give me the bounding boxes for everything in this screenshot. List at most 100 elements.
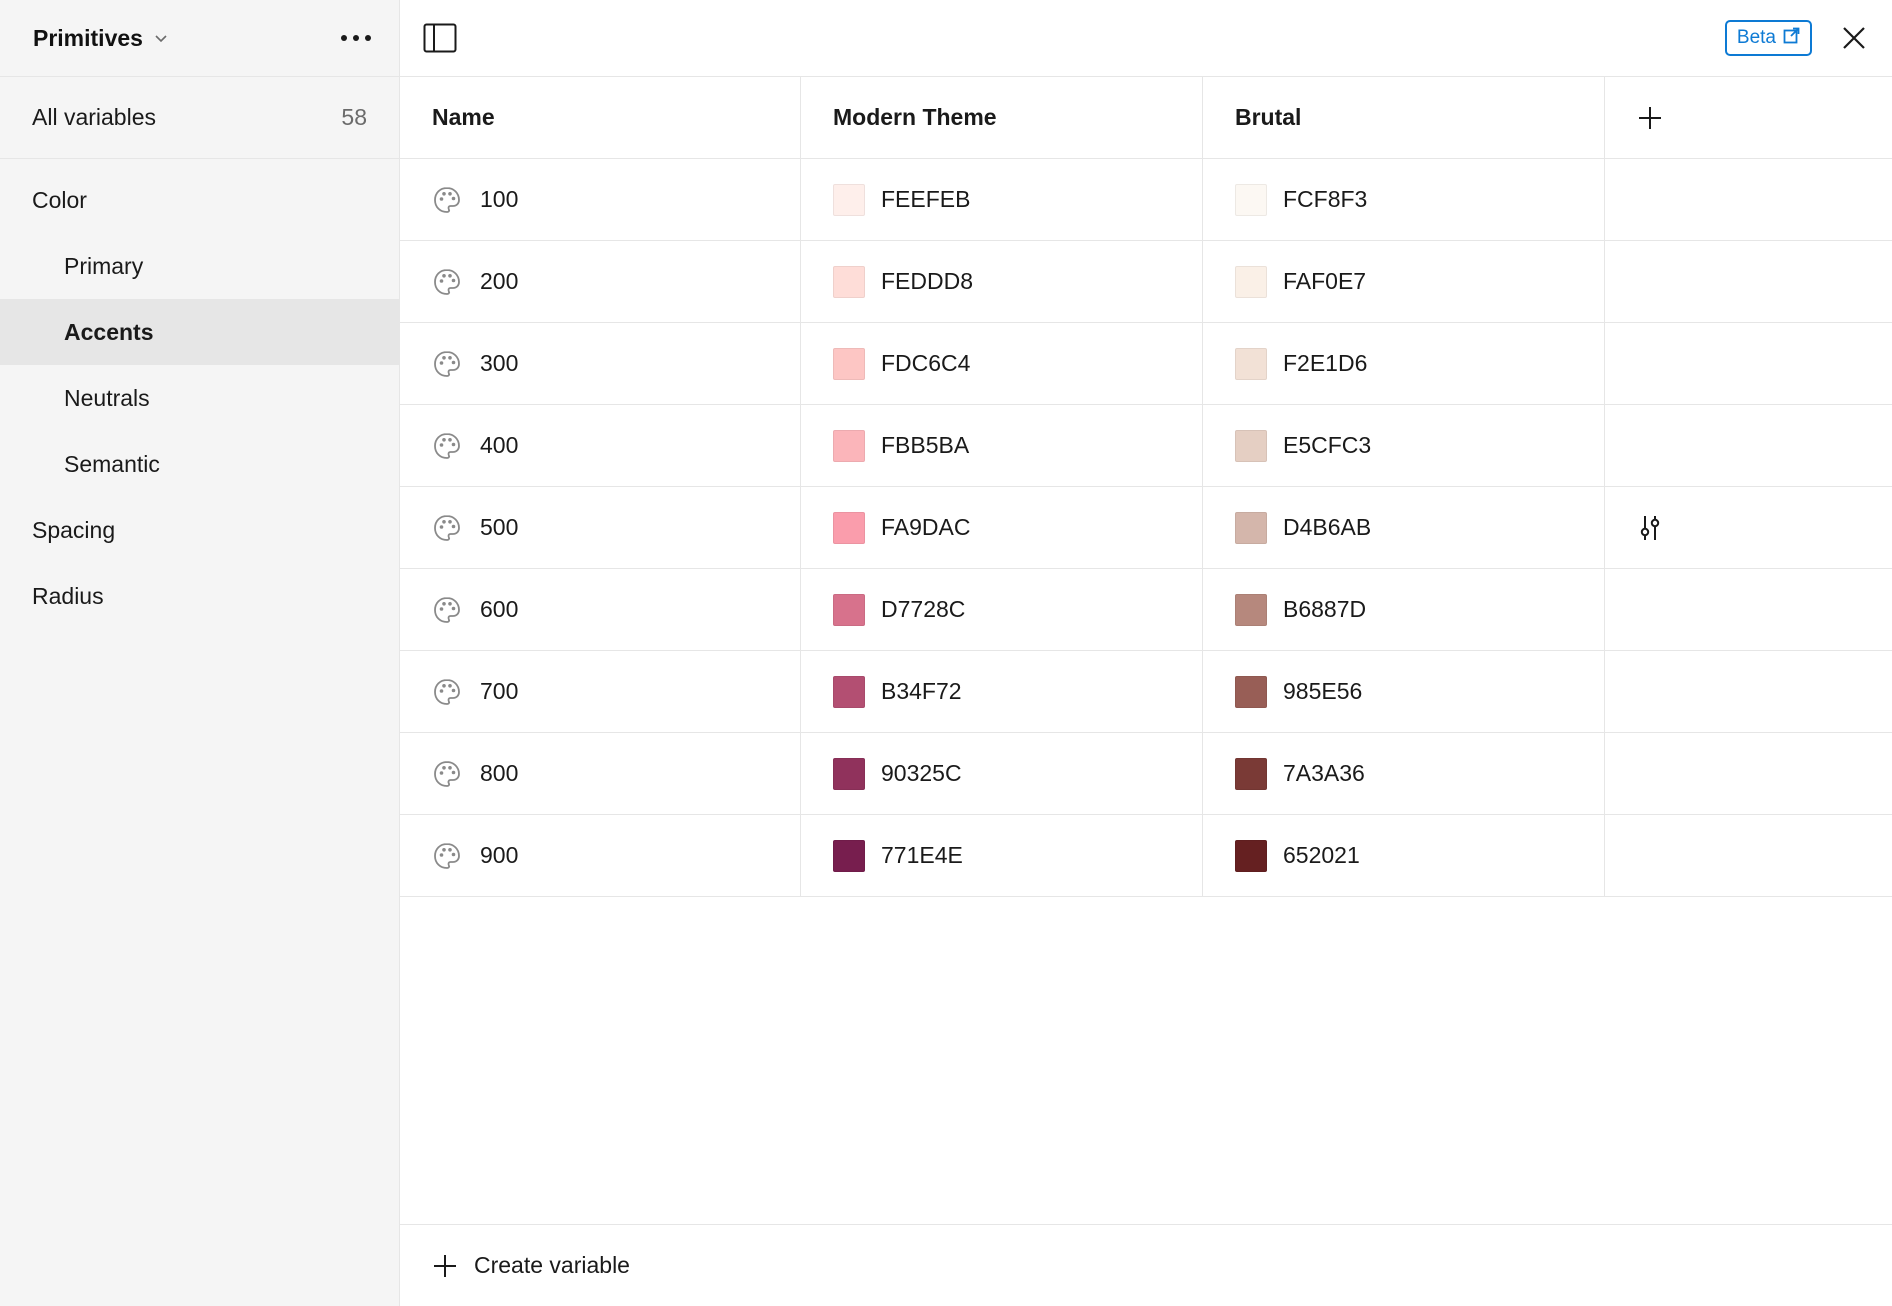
color-swatch[interactable] xyxy=(833,347,865,380)
variable-name-cell[interactable]: 800 xyxy=(400,733,801,814)
chevron-down-icon[interactable] xyxy=(153,30,169,46)
brutal-value-cell[interactable]: 652021 xyxy=(1203,815,1605,896)
brutal-value-cell[interactable]: F2E1D6 xyxy=(1203,323,1605,404)
more-dot xyxy=(365,35,371,41)
color-swatch[interactable] xyxy=(833,265,865,298)
column-header-name[interactable]: Name xyxy=(400,77,801,158)
sidebar-item-radius[interactable]: Radius xyxy=(0,563,399,629)
modern-theme-value-cell[interactable]: FBB5BA xyxy=(801,405,1203,486)
color-swatch[interactable] xyxy=(1235,757,1267,790)
row-actions-cell xyxy=(1605,487,1892,568)
add-mode-icon[interactable] xyxy=(1635,103,1665,133)
group-list: Color Primary Accents Neutrals Semantic Spaci… xyxy=(0,159,399,629)
brutal-value-cell[interactable]: E5CFC3 xyxy=(1203,405,1605,486)
all-variables-count: 58 xyxy=(341,104,367,130)
color-swatch[interactable] xyxy=(1235,183,1267,216)
variable-name-cell[interactable]: 700 xyxy=(400,651,801,732)
create-variable-button[interactable]: Create variable xyxy=(400,1224,1892,1306)
modern-theme-value-cell[interactable]: FA9DAC xyxy=(801,487,1203,568)
column-header-brutal[interactable]: Brutal xyxy=(1203,77,1605,158)
more-options-button[interactable] xyxy=(337,18,375,58)
collection-title[interactable]: Primitives xyxy=(33,25,143,52)
variable-name-cell[interactable]: 100 xyxy=(400,159,801,240)
sidebar-item-primary[interactable]: Primary xyxy=(0,233,399,299)
modern-theme-value-cell[interactable]: FEDDD8 xyxy=(801,241,1203,322)
variable-name-cell[interactable]: 200 xyxy=(400,241,801,322)
column-header-modern-theme[interactable]: Modern Theme xyxy=(801,77,1203,158)
color-hex-value: FEDDD8 xyxy=(881,268,974,294)
all-variables-item[interactable]: All variables 58 xyxy=(0,77,399,159)
variable-name-cell[interactable]: 300 xyxy=(400,323,801,404)
all-variables-label: All variables xyxy=(32,104,156,130)
table-row[interactable]: 200 FEDDD8 FAF0E7 xyxy=(400,241,1892,323)
variable-name-cell[interactable]: 400 xyxy=(400,405,801,486)
color-swatch[interactable] xyxy=(1235,347,1267,380)
color-hex-value: 90325C xyxy=(881,760,962,786)
brutal-value-cell[interactable]: 7A3A36 xyxy=(1203,733,1605,814)
table-row[interactable]: 700 B34F72 985E56 xyxy=(400,651,1892,733)
edit-variable-sliders-icon[interactable] xyxy=(1635,513,1665,543)
modern-theme-value-cell[interactable]: B34F72 xyxy=(801,651,1203,732)
sidebar-item-neutrals[interactable]: Neutrals xyxy=(0,365,399,431)
sidebar-item-accents[interactable]: Accents xyxy=(0,299,399,365)
color-swatch[interactable] xyxy=(1235,429,1267,462)
sidebar-item-label: Spacing xyxy=(32,516,116,543)
brutal-value-cell[interactable]: FCF8F3 xyxy=(1203,159,1605,240)
color-palette-icon xyxy=(432,267,462,297)
color-swatch[interactable] xyxy=(833,839,865,872)
color-palette-icon xyxy=(432,185,462,215)
table-row[interactable]: 100 FEEFEB FCF8F3 xyxy=(400,159,1892,241)
table-row[interactable]: 500 FA9DAC D4B6AB xyxy=(400,487,1892,569)
brutal-value-cell[interactable]: B6887D xyxy=(1203,569,1605,650)
beta-label: Beta xyxy=(1736,27,1776,48)
color-swatch[interactable] xyxy=(1235,593,1267,626)
table-row[interactable]: 600 D7728C B6887D xyxy=(400,569,1892,651)
color-swatch[interactable] xyxy=(833,675,865,708)
variable-name-cell[interactable]: 500 xyxy=(400,487,801,568)
color-palette-icon xyxy=(432,349,462,379)
brutal-value-cell[interactable]: FAF0E7 xyxy=(1203,241,1605,322)
color-hex-value: FEEFEB xyxy=(881,186,971,212)
color-swatch[interactable] xyxy=(1235,511,1267,544)
row-actions-cell xyxy=(1605,651,1892,732)
modern-theme-value-cell[interactable]: D7728C xyxy=(801,569,1203,650)
color-palette-icon xyxy=(432,513,462,543)
brutal-value-cell[interactable]: 985E56 xyxy=(1203,651,1605,732)
color-hex-value: D7728C xyxy=(881,596,966,622)
variable-name: 600 xyxy=(480,596,519,622)
close-icon[interactable] xyxy=(1838,22,1870,54)
row-actions-cell xyxy=(1605,733,1892,814)
modern-theme-value-cell[interactable]: FEEFEB xyxy=(801,159,1203,240)
color-swatch[interactable] xyxy=(1235,265,1267,298)
table-row[interactable]: 900 771E4E 652021 xyxy=(400,815,1892,897)
brutal-value-cell[interactable]: D4B6AB xyxy=(1203,487,1605,568)
variable-name-cell[interactable]: 600 xyxy=(400,569,801,650)
table-row[interactable]: 300 FDC6C4 F2E1D6 xyxy=(400,323,1892,405)
color-hex-value: FCF8F3 xyxy=(1283,186,1368,212)
external-link-icon xyxy=(1783,27,1800,50)
main-area: Beta Name Modern Theme Brutal 100 FEEFEB… xyxy=(400,0,1892,1306)
create-variable-label: Create variable xyxy=(474,1252,630,1278)
color-swatch[interactable] xyxy=(833,757,865,790)
modern-theme-value-cell[interactable]: FDC6C4 xyxy=(801,323,1203,404)
topbar: Beta xyxy=(400,0,1892,77)
color-swatch[interactable] xyxy=(833,511,865,544)
beta-button[interactable]: Beta xyxy=(1724,20,1812,56)
panel-toggle-icon[interactable] xyxy=(422,20,458,56)
table-row[interactable]: 400 FBB5BA E5CFC3 xyxy=(400,405,1892,487)
color-swatch[interactable] xyxy=(833,429,865,462)
sidebar-item-semantic[interactable]: Semantic xyxy=(0,431,399,497)
color-swatch[interactable] xyxy=(1235,675,1267,708)
variable-name-cell[interactable]: 900 xyxy=(400,815,801,896)
sidebar-item-color[interactable]: Color xyxy=(0,167,399,233)
table-row[interactable]: 800 90325C 7A3A36 xyxy=(400,733,1892,815)
modern-theme-value-cell[interactable]: 771E4E xyxy=(801,815,1203,896)
color-palette-icon xyxy=(432,677,462,707)
sidebar-item-spacing[interactable]: Spacing xyxy=(0,497,399,563)
color-swatch[interactable] xyxy=(833,183,865,216)
color-swatch[interactable] xyxy=(1235,839,1267,872)
modern-theme-value-cell[interactable]: 90325C xyxy=(801,733,1203,814)
color-hex-value: FBB5BA xyxy=(881,432,970,458)
variable-name: 100 xyxy=(480,186,519,212)
color-swatch[interactable] xyxy=(833,593,865,626)
